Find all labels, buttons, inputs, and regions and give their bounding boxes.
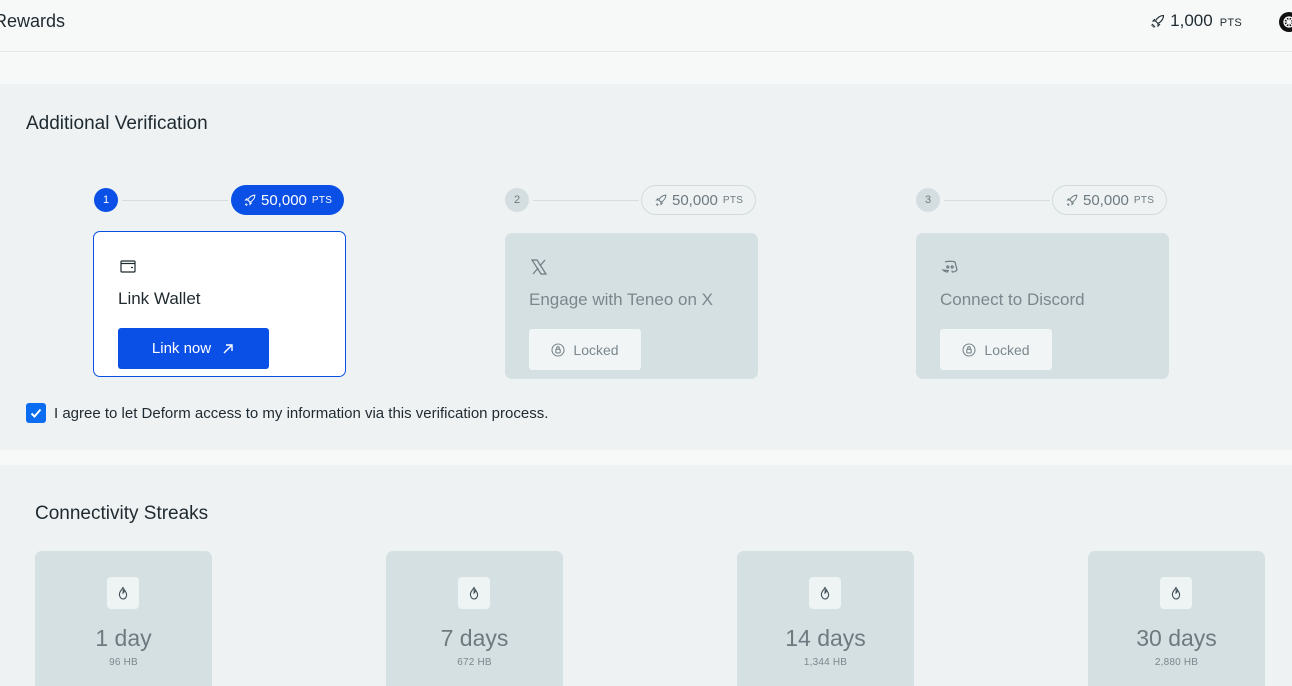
avatar-logo-icon [1283, 16, 1292, 28]
streak-days: 14 days [785, 625, 866, 651]
streak-hb: 1,344 HB [803, 657, 848, 668]
flame-icon [458, 577, 490, 609]
x-logo-icon [529, 257, 551, 279]
rocket-icon [1151, 14, 1165, 28]
avatar[interactable] [1279, 12, 1292, 32]
card-title: Engage with Teneo on X [529, 290, 713, 309]
connect-discord-card: Connect to Discord Locked [916, 233, 1169, 379]
step-points-unit: PTS [1133, 194, 1155, 206]
streak-card: 30 days 2,880 HB [1088, 551, 1265, 686]
step-number: 3 [916, 188, 940, 212]
agree-checkbox[interactable] [26, 403, 46, 423]
streaks-title: Connectivity Streaks [35, 503, 209, 524]
top-bar: Rewards 1,000 PTS [0, 0, 1292, 52]
step-points-pill: 50,000 PTS [641, 185, 757, 215]
step-number: 1 [94, 188, 118, 212]
streak-hb: 2,880 HB [1154, 657, 1199, 668]
engage-x-card: Engage with Teneo on X Locked [505, 233, 758, 379]
arrow-up-right-icon [223, 343, 233, 353]
button-label: Locked [984, 341, 1030, 358]
lock-icon [551, 342, 565, 357]
flame-icon [107, 577, 139, 609]
locked-button[interactable]: Locked [940, 329, 1052, 370]
card-title: Link Wallet [118, 289, 201, 308]
step-points-pill: 50,000 PTS [1052, 185, 1168, 215]
points-balance: 1,000 PTS [1150, 11, 1242, 31]
streak-days: 7 days [440, 625, 509, 651]
card-title: Connect to Discord [940, 290, 1085, 309]
step-points-value: 50,000 [1083, 191, 1129, 209]
step-connector [533, 200, 639, 201]
flame-icon [809, 577, 841, 609]
discord-icon [940, 257, 962, 279]
checkmark-icon [30, 408, 42, 418]
lock-icon [962, 342, 976, 357]
streak-hb: 96 HB [109, 657, 138, 668]
step-points-value: 50,000 [261, 191, 307, 209]
step-number: 2 [505, 188, 529, 212]
link-now-button[interactable]: Link now [118, 328, 269, 369]
streak-hb: 672 HB [457, 657, 492, 668]
verification-title: Additional Verification [26, 113, 208, 134]
streak-card: 1 day 96 HB [35, 551, 212, 686]
points-value: 1,000 [1170, 11, 1213, 30]
step-points-pill: 50,000 PTS [231, 185, 345, 215]
points-unit: PTS [1219, 17, 1242, 29]
page-title: Rewards [0, 11, 66, 31]
locked-button[interactable]: Locked [529, 329, 641, 370]
step-points-unit: PTS [722, 194, 744, 206]
step-points-value: 50,000 [672, 191, 718, 209]
rocket-icon [244, 194, 256, 207]
streak-days: 30 days [1136, 625, 1217, 651]
rocket-icon [655, 194, 667, 207]
agree-row: I agree to let Deform access to my infor… [26, 403, 548, 423]
streak-card: 14 days 1,344 HB [737, 551, 914, 686]
streak-days: 1 day [95, 625, 152, 651]
step-connector [944, 200, 1050, 201]
wallet-icon [118, 256, 140, 278]
step-connector [122, 200, 228, 201]
button-label: Locked [573, 341, 619, 358]
link-wallet-card: Link Wallet Link now [93, 231, 346, 377]
streak-card: 7 days 672 HB [386, 551, 563, 686]
agree-label: I agree to let Deform access to my infor… [54, 404, 549, 422]
button-label: Link now [151, 340, 212, 357]
rocket-icon [1066, 194, 1078, 207]
flame-icon [1160, 577, 1192, 609]
step-points-unit: PTS [311, 194, 333, 206]
